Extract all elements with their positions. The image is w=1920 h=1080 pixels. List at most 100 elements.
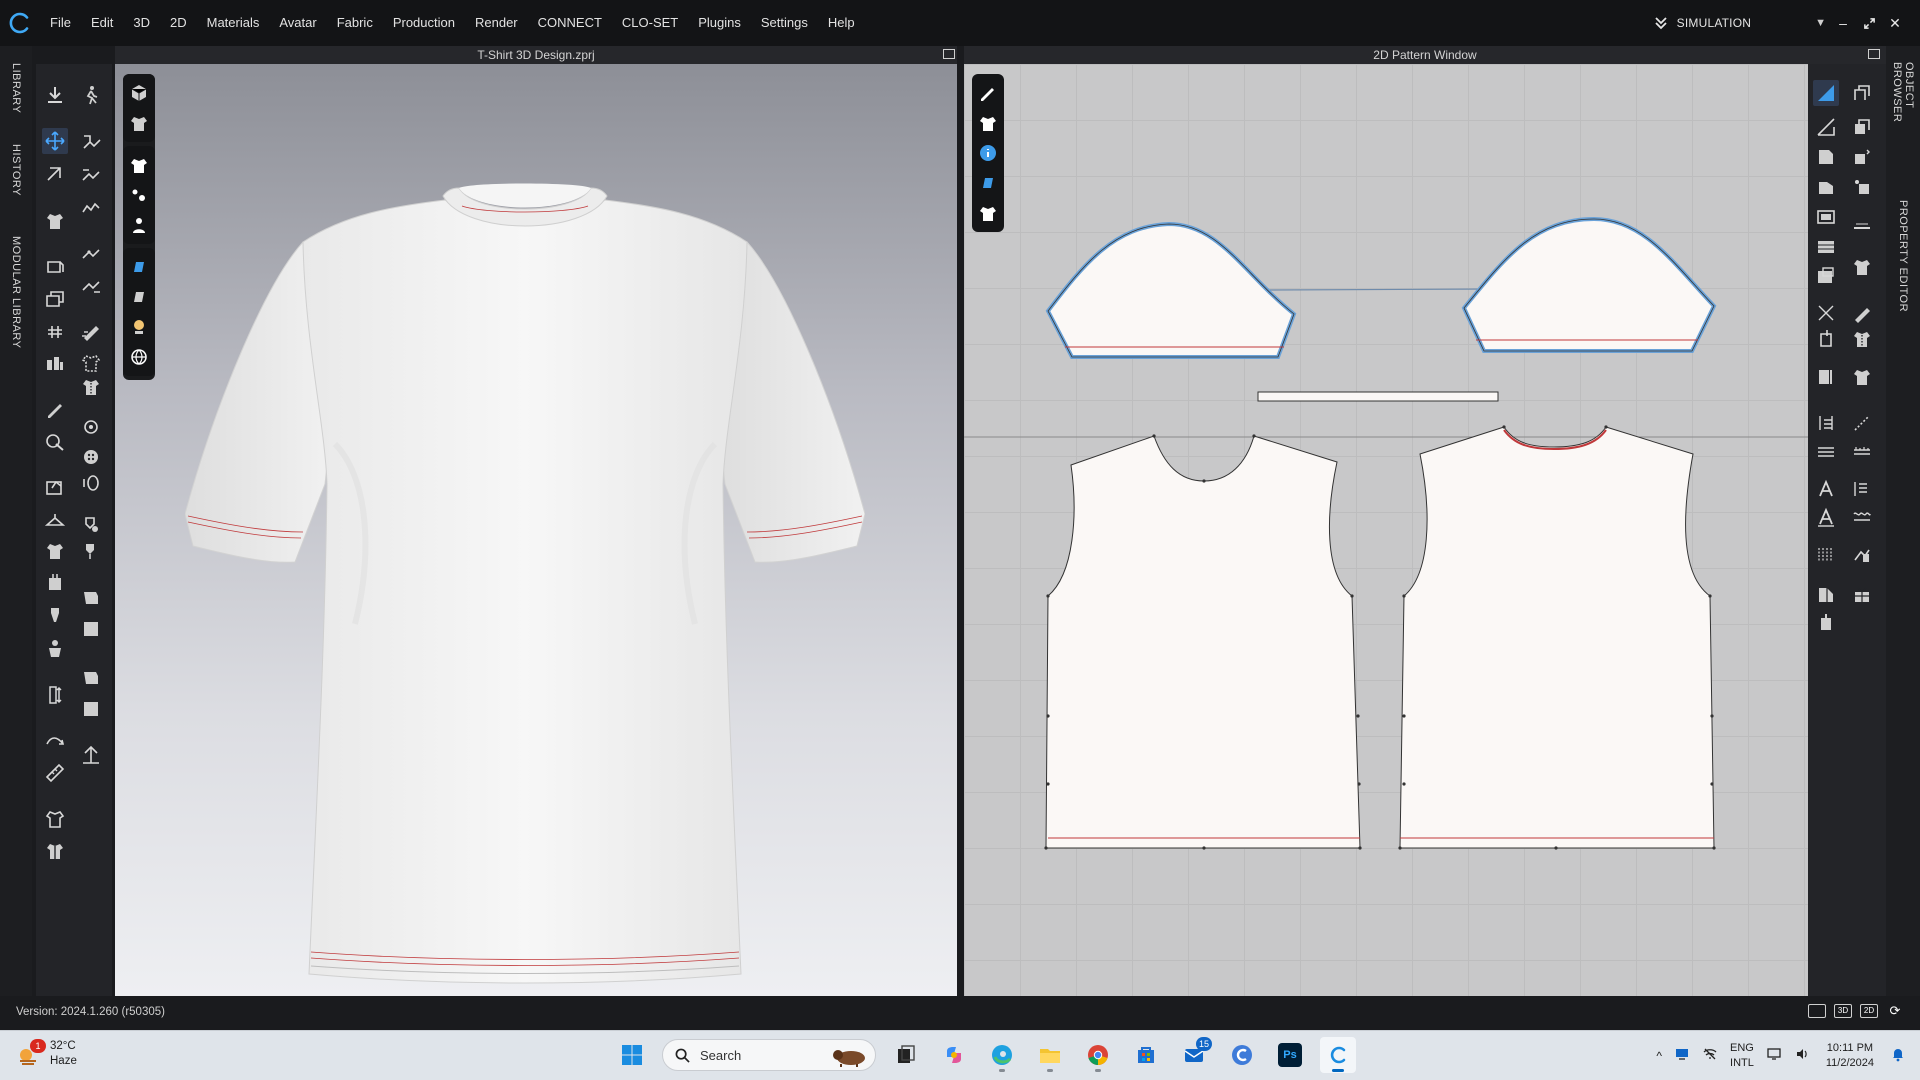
viewport-3d[interactable] xyxy=(115,64,957,996)
internal-polygon-icon[interactable] xyxy=(1813,264,1839,290)
menu-materials[interactable]: Materials xyxy=(197,0,270,46)
pattern-collar-strip[interactable] xyxy=(1257,391,1499,402)
menu-2d[interactable]: 2D xyxy=(160,0,197,46)
file-explorer-icon[interactable] xyxy=(1032,1037,1068,1073)
pattern-piece-icon[interactable] xyxy=(78,664,104,690)
simulation-icon[interactable] xyxy=(42,82,68,108)
tab-property-editor[interactable]: PROPERTY EDITOR xyxy=(1886,196,1920,316)
shirt-tool-icon[interactable] xyxy=(42,538,68,564)
sewing-line-icon[interactable] xyxy=(1849,214,1875,240)
menu-production[interactable]: Production xyxy=(383,0,465,46)
pattern-flip-icon[interactable] xyxy=(1813,364,1839,390)
texture-display-icon[interactable] xyxy=(123,252,155,282)
menu-edit[interactable]: Edit xyxy=(81,0,123,46)
pattern-back-body[interactable] xyxy=(1398,425,1716,850)
transform-pattern-icon[interactable] xyxy=(1813,144,1839,170)
text-tool-icon[interactable] xyxy=(1813,504,1839,530)
ruler-icon[interactable] xyxy=(1849,438,1875,464)
gift-icon[interactable] xyxy=(1849,582,1875,608)
weather-widget[interactable]: 1 32°C Haze xyxy=(16,1039,77,1069)
annotation-icon[interactable] xyxy=(1813,476,1839,502)
clo-logo[interactable] xyxy=(0,0,40,46)
m-n-sewing-2d-icon[interactable] xyxy=(1849,144,1875,170)
measure-tool-icon[interactable] xyxy=(42,428,68,454)
tape-measure-icon[interactable] xyxy=(42,760,68,786)
pattern-3d-icon[interactable] xyxy=(78,616,104,642)
tshirt-3d-model[interactable] xyxy=(185,144,865,984)
pattern-front-body[interactable] xyxy=(1044,434,1362,850)
garment-tool-icon[interactable] xyxy=(42,208,68,234)
puckering-2d-icon[interactable] xyxy=(1849,326,1875,352)
edit-pattern-icon[interactable] xyxy=(1813,114,1839,140)
pattern-sleeve-right[interactable] xyxy=(1461,216,1717,353)
volume-icon[interactable] xyxy=(1788,1046,1816,1067)
trim-select-icon[interactable] xyxy=(78,538,104,564)
menu-fabric[interactable]: Fabric xyxy=(327,0,383,46)
shirt-shaded-icon[interactable] xyxy=(123,150,155,180)
shirt-fit-icon[interactable] xyxy=(42,806,68,832)
arrangement-point-icon[interactable] xyxy=(42,728,68,754)
display-tray-icon[interactable] xyxy=(1668,1046,1696,1067)
free-sewing-icon[interactable] xyxy=(78,162,104,188)
puckering-icon[interactable] xyxy=(78,350,104,376)
menu-file[interactable]: File xyxy=(40,0,81,46)
environment-icon[interactable] xyxy=(123,342,155,372)
mode-selector[interactable]: SIMULATION ▼ xyxy=(1653,0,1826,46)
shirt-2d-icon[interactable] xyxy=(1849,254,1875,280)
network-off-icon[interactable] xyxy=(1696,1046,1724,1067)
segment-sewing-icon[interactable] xyxy=(78,128,104,154)
trim-attach-icon[interactable] xyxy=(78,512,104,538)
restore-button[interactable] xyxy=(1862,16,1876,30)
copilot-c-icon[interactable] xyxy=(1224,1037,1260,1073)
avatar-skin-icon[interactable] xyxy=(123,312,155,342)
menu-help[interactable]: Help xyxy=(818,0,865,46)
menu-connect[interactable]: CONNECT xyxy=(528,0,612,46)
monitor-icon[interactable] xyxy=(1760,1046,1788,1067)
pin-tool-icon[interactable] xyxy=(42,350,68,376)
m-n-sewing-icon[interactable] xyxy=(78,194,104,220)
minimize-button[interactable]: – xyxy=(1836,15,1850,31)
edit-texture-icon[interactable] xyxy=(42,474,68,500)
stitch-display-icon[interactable] xyxy=(123,180,155,210)
mail-icon[interactable]: 15 xyxy=(1176,1037,1212,1073)
pencil-tool-icon[interactable] xyxy=(42,396,68,422)
vertical-text-icon[interactable] xyxy=(1849,476,1875,502)
buttonhole-tool-icon[interactable] xyxy=(78,470,104,496)
avatar-display-icon[interactable] xyxy=(123,210,155,240)
fold-arrangement-icon[interactable] xyxy=(42,286,68,312)
tab-history[interactable]: HISTORY xyxy=(0,132,32,208)
fold-tool-icon[interactable] xyxy=(42,254,68,280)
rectangle-icon[interactable] xyxy=(1813,204,1839,230)
select-mesh-icon[interactable] xyxy=(42,162,68,188)
pattern-sleeve-left[interactable] xyxy=(1045,221,1297,359)
tack-on-avatar-icon[interactable] xyxy=(78,272,104,298)
edit-sewing-icon[interactable] xyxy=(78,240,104,266)
task-view-icon[interactable] xyxy=(888,1037,924,1073)
popout-2d-icon[interactable] xyxy=(1868,49,1880,59)
trim-tool-icon[interactable] xyxy=(42,570,68,596)
adjust-pattern-icon[interactable] xyxy=(1813,80,1839,106)
start-button[interactable] xyxy=(614,1037,650,1073)
topstitch-icon[interactable] xyxy=(78,318,104,344)
language-indicator[interactable]: ENG INTL xyxy=(1724,1041,1760,1071)
close-button[interactable]: ✕ xyxy=(1888,15,1902,31)
tab-library[interactable]: LIBRARY xyxy=(0,58,32,118)
menu-3d[interactable]: 3D xyxy=(123,0,160,46)
cube-view-icon[interactable] xyxy=(123,78,155,108)
button-tool-icon[interactable] xyxy=(42,602,68,628)
dart-icon[interactable] xyxy=(1813,300,1839,326)
zipper-icon[interactable] xyxy=(78,374,104,400)
solidify-icon[interactable] xyxy=(78,696,104,722)
select-move-icon[interactable] xyxy=(42,128,68,154)
avatar-pose-icon[interactable] xyxy=(42,636,68,662)
button-2d-icon[interactable] xyxy=(1849,542,1875,568)
menu-plugins[interactable]: Plugins xyxy=(688,0,751,46)
pattern-symmetry-icon[interactable] xyxy=(1813,582,1839,608)
zipper-2d-icon[interactable] xyxy=(1849,364,1875,390)
topstitch-2d-icon[interactable] xyxy=(1849,300,1875,326)
microsoft-store-icon[interactable] xyxy=(1128,1037,1164,1073)
clock[interactable]: 10:11 PM 11/2/2024 xyxy=(1816,1041,1884,1071)
garment-display-icon[interactable] xyxy=(123,108,155,138)
seam-allowance-icon[interactable] xyxy=(1813,438,1839,464)
edit-sewing-2d-icon[interactable] xyxy=(1849,174,1875,200)
